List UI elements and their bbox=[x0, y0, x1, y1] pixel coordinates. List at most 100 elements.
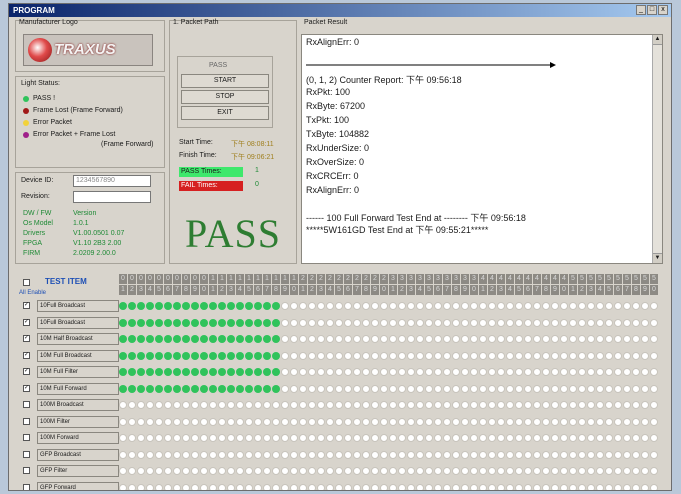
test-result-indicator bbox=[632, 417, 640, 426]
test-result-indicator bbox=[326, 417, 334, 426]
test-item-button[interactable]: 100M Forward bbox=[37, 432, 119, 444]
test-result-indicator bbox=[623, 318, 631, 327]
test-result-indicator bbox=[587, 351, 595, 360]
exit-button[interactable]: EXIT bbox=[181, 106, 269, 120]
test-item-button[interactable]: 10M Full Forward bbox=[37, 382, 119, 395]
test-result-indicator bbox=[227, 302, 235, 310]
legend-item: PASS ! bbox=[23, 95, 55, 102]
test-result-indicator bbox=[524, 335, 532, 343]
test-result-indicator bbox=[506, 302, 514, 310]
test-result-indicator bbox=[281, 401, 289, 409]
test-result-indicator bbox=[182, 335, 190, 343]
test-result-indicator bbox=[281, 335, 289, 343]
test-item-checkbox[interactable]: ✓ bbox=[23, 384, 30, 392]
test-result-indicator bbox=[263, 434, 271, 442]
test-result-indicator bbox=[362, 483, 370, 490]
serial-label: Device ID: bbox=[21, 177, 54, 184]
column-header: 5 bbox=[641, 274, 649, 284]
column-header: 8 bbox=[632, 285, 640, 295]
test-result-indicator bbox=[263, 335, 271, 343]
test-result-indicator bbox=[137, 351, 145, 360]
test-item-button[interactable]: 10Full Broadcast bbox=[37, 316, 119, 329]
test-item-checkbox[interactable] bbox=[23, 417, 30, 425]
minimize-button[interactable]: _ bbox=[636, 5, 646, 15]
version-row: Os Model 1.0.1 bbox=[23, 220, 89, 227]
test-result-indicator bbox=[425, 434, 433, 442]
log-scrollbar[interactable]: ▲ ▼ bbox=[652, 35, 662, 263]
test-result-indicator bbox=[146, 467, 154, 475]
test-result-indicator bbox=[398, 302, 406, 310]
test-result-indicator bbox=[227, 483, 235, 490]
test-item-checkbox[interactable]: ✓ bbox=[23, 302, 30, 309]
test-result-indicator bbox=[632, 384, 640, 393]
test-result-indicator bbox=[380, 302, 388, 310]
test-item-button[interactable]: 10M Full Broadcast bbox=[37, 349, 119, 362]
close-button[interactable]: x bbox=[658, 5, 668, 15]
test-result-indicator bbox=[344, 368, 352, 376]
start-button[interactable]: START bbox=[181, 74, 269, 88]
test-item-button[interactable]: 100M Broadcast bbox=[37, 399, 119, 411]
test-result-indicator bbox=[353, 434, 361, 442]
test-result-indicator bbox=[515, 384, 523, 393]
test-item-checkbox[interactable]: ✓ bbox=[23, 318, 30, 326]
column-header: 1 bbox=[389, 285, 397, 295]
test-result-indicator bbox=[569, 351, 577, 360]
stop-button[interactable]: STOP bbox=[181, 90, 269, 104]
test-result-indicator bbox=[515, 351, 523, 360]
test-item-checkbox[interactable] bbox=[23, 434, 30, 441]
test-result-indicator bbox=[434, 302, 442, 310]
revision-field[interactable] bbox=[73, 191, 151, 203]
test-result-indicator bbox=[353, 483, 361, 490]
scroll-down-icon[interactable]: ▼ bbox=[653, 253, 662, 263]
test-result-indicator bbox=[191, 467, 199, 475]
test-result-indicator bbox=[461, 368, 469, 376]
test-result-indicator bbox=[344, 302, 352, 310]
test-result-indicator bbox=[623, 450, 631, 459]
test-result-indicator bbox=[641, 467, 649, 475]
test-result-indicator bbox=[344, 335, 352, 343]
test-result-indicator bbox=[254, 318, 262, 327]
test-result-indicator bbox=[587, 335, 595, 343]
test-result-indicator bbox=[587, 450, 595, 459]
test-result-indicator bbox=[164, 434, 172, 442]
test-item-button[interactable]: 10M Full Filter bbox=[37, 366, 119, 378]
test-result-indicator bbox=[533, 417, 541, 426]
column-header: 0 bbox=[380, 285, 388, 295]
test-item-checkbox[interactable] bbox=[23, 467, 30, 474]
test-item-checkbox[interactable] bbox=[23, 450, 30, 458]
test-result-indicator bbox=[515, 318, 523, 327]
test-item-checkbox[interactable]: ✓ bbox=[23, 351, 30, 359]
test-item-button[interactable]: GFP Broadcast bbox=[37, 448, 119, 461]
test-item-button[interactable]: 10M Half Broadcast bbox=[37, 333, 119, 345]
test-item-button[interactable]: 100M Filter bbox=[37, 415, 119, 428]
test-result-indicator bbox=[488, 401, 496, 409]
test-result-indicator bbox=[362, 335, 370, 343]
test-item-checkbox[interactable]: ✓ bbox=[23, 368, 30, 375]
test-result-indicator bbox=[254, 483, 262, 490]
test-result-indicator bbox=[182, 450, 190, 459]
test-item-header-checkbox[interactable] bbox=[23, 279, 30, 286]
test-item-checkbox[interactable]: ✓ bbox=[23, 335, 30, 342]
maximize-button[interactable]: □ bbox=[647, 5, 657, 15]
test-item-checkbox[interactable] bbox=[23, 483, 30, 490]
test-item-button[interactable]: GFP Filter bbox=[37, 465, 119, 477]
scroll-up-icon[interactable]: ▲ bbox=[653, 35, 662, 45]
test-result-indicator bbox=[605, 467, 613, 475]
test-result-indicator bbox=[182, 384, 190, 393]
test-result-indicator bbox=[146, 368, 154, 376]
test-result-indicator bbox=[452, 417, 460, 426]
test-item-checkbox[interactable] bbox=[23, 401, 30, 408]
column-header: 4 bbox=[506, 274, 514, 284]
column-header: 3 bbox=[587, 285, 595, 295]
test-result-indicator bbox=[128, 318, 136, 327]
serial-field[interactable]: 1234567890 bbox=[73, 175, 151, 187]
test-result-indicator bbox=[461, 467, 469, 475]
test-result-indicator bbox=[128, 417, 136, 426]
test-result-indicator bbox=[308, 335, 316, 343]
test-result-indicator bbox=[614, 417, 622, 426]
test-item-button[interactable]: GFP Forward bbox=[37, 481, 119, 490]
test-item-button[interactable]: 10Full Broadcast bbox=[37, 300, 119, 312]
column-header: 0 bbox=[200, 285, 208, 295]
test-result-indicator bbox=[470, 302, 478, 310]
test-result-indicator bbox=[164, 351, 172, 360]
